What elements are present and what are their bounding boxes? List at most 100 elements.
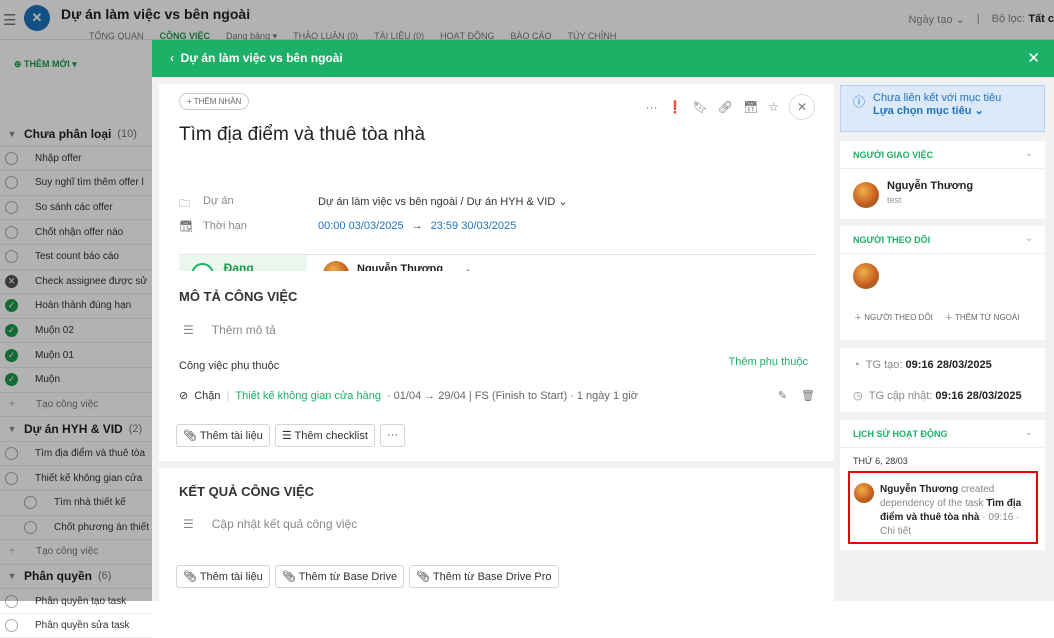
back-label: Dự án làm việc vs bên ngoài: [180, 51, 343, 65]
deadline-label: Thời hạn: [203, 220, 247, 232]
priority-icon[interactable]: ❗: [668, 100, 683, 114]
close-task-icon[interactable]: ✕: [789, 94, 815, 120]
link-icon[interactable]: 🔗︎: [718, 100, 733, 114]
result-input[interactable]: ☰ Cập nhật kết quả công việc: [183, 517, 357, 531]
folder-icon: 🗀: [179, 198, 190, 210]
add-from-drive-label: Thêm từ Base Drive: [298, 571, 398, 583]
close-icon[interactable]: ✕: [1027, 49, 1040, 67]
follower-title: NGƯỜI THEO DÕI: [853, 235, 931, 245]
add-follower-button[interactable]: ＋ NGƯỜI THEO DÕI: [854, 312, 933, 323]
created-row: ◔ TG tạo: 09:16 28/03/2025: [853, 359, 992, 371]
text-lines-icon: ☰: [183, 517, 194, 531]
add-from-drive-pro-button[interactable]: 📎︎ Thêm từ Base Drive Pro: [409, 565, 559, 588]
updated-label: TG cập nhật:: [868, 390, 933, 402]
history-date: THỨ 6, 28/03: [853, 456, 908, 466]
add-tag-button[interactable]: + THÊM NHÃN: [179, 93, 250, 110]
description-input[interactable]: ☰ Thêm mô tả: [183, 323, 276, 337]
project-row: 🗀 Dự án Dự án làm việc vs bên ngoài / Dự…: [179, 195, 568, 214]
add-external-label: THÊM TỪ NGOÀI: [954, 313, 1020, 322]
result-buttons: 📎︎ Thêm tài liệu 📎︎ Thêm từ Base Drive 📎…: [176, 565, 559, 588]
text-lines-icon: ☰: [183, 323, 194, 337]
trash-icon[interactable]: 🗑︎: [801, 389, 815, 402]
history-card: LỊCH SỬ HOẠT ĐỘNG ⌄ THỨ 6, 28/03 Nguyễn …: [840, 420, 1045, 550]
panel-header: ‹ Dự án làm việc vs bên ngoài ✕: [152, 40, 1054, 77]
back-button[interactable]: ‹ Dự án làm việc vs bên ngoài: [170, 51, 343, 65]
dependency-info: · 01/04 → 29/04 | FS (Finish to Start) ·…: [386, 389, 638, 402]
task-status-icon[interactable]: [5, 619, 18, 633]
description-title: MÔ TẢ CÔNG VIỆC: [179, 289, 298, 304]
calendar-icon[interactable]: 📅︎: [743, 100, 758, 114]
calendar-icon: 📆︎: [179, 221, 193, 233]
result-card: KẾT QUẢ CÔNG VIỆC ☰ Cập nhật kết quả côn…: [159, 468, 834, 601]
add-document-button[interactable]: 📎︎ Thêm tài liệu: [176, 424, 270, 447]
updated-value: 09:16 28/03/2025: [935, 390, 1022, 402]
add-from-drive-pro-label: Thêm từ Base Drive Pro: [432, 571, 552, 583]
created-value: 09:16 28/03/2025: [905, 359, 992, 371]
dependency-label: Công việc phụ thuộc: [179, 360, 280, 372]
avatar: [854, 483, 874, 503]
follower-actions: ＋ NGƯỜI THEO DÕI ＋ THÊM TỪ NGOÀI: [854, 312, 1019, 323]
clock-icon: ◔: [853, 359, 860, 371]
dependency-task-link[interactable]: Thiết kế không gian cửa hàng: [235, 390, 381, 402]
divider: |: [226, 389, 230, 402]
info-icon: ⓘ: [853, 95, 866, 109]
result-placeholder: Cập nhật kết quả công việc: [211, 517, 358, 531]
add-document-label: Thêm tài liệu: [199, 430, 263, 442]
add-dependency-link[interactable]: Thêm phụ thuộc: [729, 356, 809, 368]
chevron-down-icon[interactable]: ⌄: [1025, 427, 1033, 438]
goal-select[interactable]: Lựa chọn mục tiêu ⌄: [873, 104, 1032, 117]
edit-icon[interactable]: ✎: [778, 389, 787, 402]
description-buttons: 📎︎ Thêm tài liệu ☰ Thêm checklist ···: [176, 424, 405, 447]
result-title: KẾT QUẢ CÔNG VIỆC: [179, 484, 315, 499]
time-card: ◔ TG tạo: 09:16 28/03/2025 ◷ TG cập nhật…: [840, 348, 1045, 412]
more-icon[interactable]: ···: [646, 100, 658, 114]
add-document-label: Thêm tài liệu: [199, 571, 263, 583]
clock-icon: ◷: [853, 390, 863, 402]
avatar: [853, 182, 879, 208]
chevron-down-icon[interactable]: ⌄: [1025, 148, 1033, 159]
dependency-type: Chặn: [194, 389, 221, 402]
task-detail-panel: ‹ Dự án làm việc vs bên ngoài ✕ + THÊM N…: [152, 40, 1054, 601]
dependency-row: ⊘ Chặn | Thiết kế không gian cửa hàng · …: [179, 389, 815, 403]
history-user: Nguyễn Thương: [880, 484, 959, 495]
task-title[interactable]: Tìm địa điểm và thuê tòa nhà: [179, 124, 425, 146]
star-icon[interactable]: ☆: [768, 100, 779, 114]
history-entry: Nguyễn Thương created dependency of the …: [848, 471, 1038, 544]
assigner-card: NGƯỜI GIAO VIỆC ⌄ Nguyễn Thương test: [840, 141, 1045, 219]
deadline-start[interactable]: 00:00 03/03/2025: [318, 220, 404, 233]
dependency-actions: ✎ 🗑︎: [778, 389, 815, 402]
add-checklist-label: Thêm checklist: [294, 430, 368, 442]
divider: [840, 168, 1045, 169]
project-value[interactable]: Dự án làm việc vs bên ngoài / Dự án HYH …: [318, 195, 568, 214]
check-circle-icon: ⊘: [179, 390, 189, 402]
divider: [840, 447, 1045, 448]
task-actions: ··· ❗ 🔖︎ 🔗︎ 📅︎ ☆ ✕: [646, 94, 815, 120]
assigner-title: NGƯỜI GIAO VIỆC: [853, 150, 934, 160]
more-button[interactable]: ···: [379, 424, 405, 447]
updated-row: ◷ TG cập nhật: 09:16 28/03/2025: [853, 389, 1022, 402]
add-checklist-button[interactable]: ☰ Thêm checklist: [274, 424, 375, 447]
add-from-drive-button[interactable]: 📎︎ Thêm từ Base Drive: [274, 565, 405, 588]
add-document-button[interactable]: 📎︎ Thêm tài liệu: [176, 565, 270, 588]
task-label: Phân quyền sửa task: [35, 620, 130, 632]
description-card: MÔ TẢ CÔNG VIỆC ☰ Thêm mô tả Công việc p…: [159, 271, 834, 461]
divider: [840, 253, 1045, 254]
assigner-name: Nguyễn Thương: [887, 180, 974, 192]
bookmark-icon[interactable]: 🔖︎: [693, 100, 708, 114]
created-label: TG tạo:: [865, 359, 903, 371]
task-row[interactable]: Phân quyền sửa task: [0, 614, 152, 638]
goal-link-box[interactable]: ⓘ Chưa liên kết với mục tiêu Lựa chọn mụ…: [840, 85, 1045, 132]
deadline-end[interactable]: 23:59 30/03/2025: [431, 220, 517, 233]
project-label: Dự án: [203, 195, 234, 207]
deadline-row: 📆︎ Thời hạn 00:00 03/03/2025 → 23:59 30/…: [179, 220, 516, 233]
chevron-down-icon[interactable]: ⌄: [1025, 233, 1033, 244]
follower-card: NGƯỜI THEO DÕI ⌄ ＋ NGƯỜI THEO DÕI ＋ THÊM…: [840, 226, 1045, 340]
add-external-button[interactable]: ＋ THÊM TỪ NGOÀI: [945, 312, 1020, 323]
add-follower-label: NGƯỜI THEO DÕI: [864, 313, 933, 322]
avatar: [853, 263, 879, 289]
history-title: LỊCH SỬ HOẠT ĐỘNG: [853, 429, 948, 439]
assigner-sub: test: [887, 195, 902, 205]
deadline-arrow: →: [411, 220, 423, 232]
description-placeholder: Thêm mô tả: [211, 323, 276, 337]
goal-status: Chưa liên kết với mục tiêu: [873, 92, 1002, 104]
